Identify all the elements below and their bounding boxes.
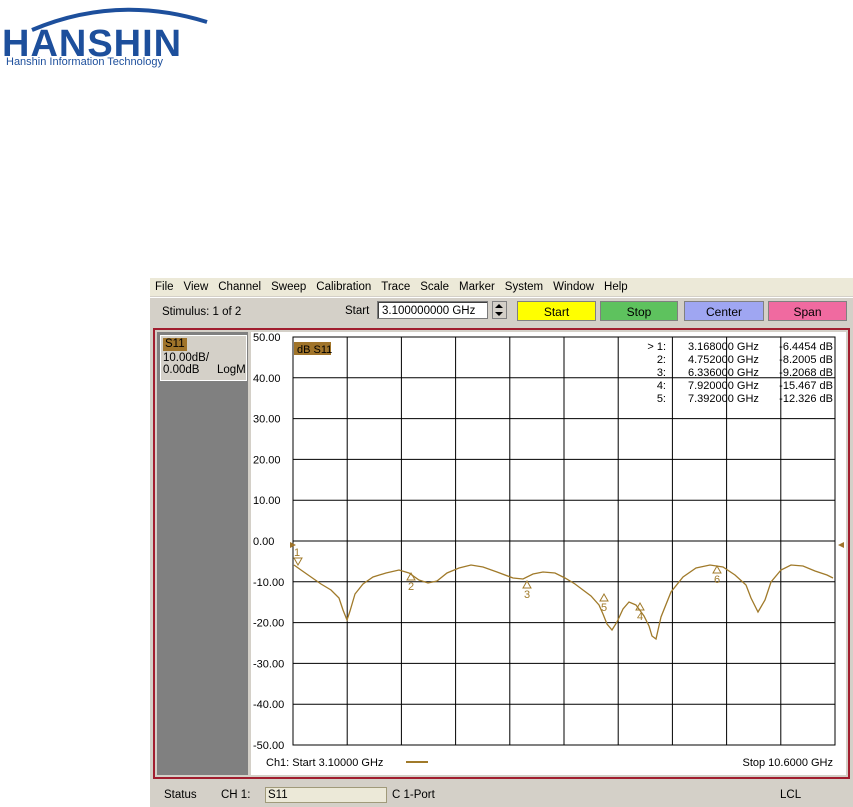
hanshin-logo: HANSHIN Hanshin Information Technology: [2, 2, 217, 72]
lcl-indicator: LCL: [780, 789, 802, 801]
trace-reference-value: 0.00dB: [163, 364, 200, 376]
trace-format-value: LogM: [217, 364, 246, 376]
reference-right-arrow-icon: [838, 542, 844, 548]
menu-system[interactable]: System: [500, 278, 548, 296]
y-tick-label: -20.00: [253, 618, 284, 630]
menu-window[interactable]: Window: [548, 278, 599, 296]
menu-bar: File View Channel Sweep Calibration Trac…: [150, 278, 853, 296]
s11-plot-area[interactable]: 50.00 40.00 30.00 20.00 10.00 0.00 -10.00 -20.0…: [251, 332, 846, 775]
parameter-field[interactable]: S11: [265, 787, 387, 803]
y-tick-label: 10.00: [253, 495, 281, 507]
trace-scale-value: 10.00dB/: [163, 352, 210, 364]
marker-id: 5:: [657, 393, 666, 405]
menu-calibration[interactable]: Calibration: [311, 278, 376, 296]
y-tick-label: -30.00: [253, 658, 284, 670]
status-label: Status: [164, 789, 197, 801]
marker-id: 3:: [657, 367, 666, 379]
stimulus-indicator: Stimulus: 1 of 2: [162, 306, 242, 318]
menu-trace[interactable]: Trace: [376, 278, 415, 296]
marker-number-label: 5: [601, 602, 607, 614]
menu-help[interactable]: Help: [599, 278, 633, 296]
marker-value: -8.2005 dB: [779, 354, 833, 366]
trace-name-badge: S11: [163, 338, 187, 351]
menu-view[interactable]: View: [179, 278, 214, 296]
trace-info-box[interactable]: S11 10.00dB/ 0.00dB LogM: [160, 335, 247, 381]
spin-down-icon[interactable]: [495, 312, 503, 316]
marker-id: > 1:: [647, 341, 666, 353]
marker-id: 2:: [657, 354, 666, 366]
marker-frequency: 6.336000 GHz: [688, 367, 759, 379]
marker-number-label: 1: [294, 547, 300, 559]
y-tick-label: -50.00: [253, 740, 284, 752]
footer-stop-frequency: Stop 10.6000 GHz: [742, 757, 833, 769]
y-tick-label: -10.00: [253, 577, 284, 589]
status-bar: Status CH 1: S11 C 1-Port LCL: [150, 784, 853, 807]
measurement-window: S11 10.00dB/ 0.00dB LogM 50.00 40.00 30.00…: [153, 328, 850, 779]
marker-number-label: 6: [714, 574, 720, 586]
marker-value: -15.467 dB: [779, 380, 833, 392]
marker-number-label: 3: [524, 589, 530, 601]
marker-value: -6.4454 dB: [779, 341, 833, 353]
start-button[interactable]: Start: [517, 301, 596, 321]
marker-frequency: 3.168000 GHz: [688, 341, 759, 353]
stimulus-toolbar: Stimulus: 1 of 2 Start 3.100000000 GHz S…: [150, 297, 853, 326]
marker-value: -12.326 dB: [779, 393, 833, 405]
start-frequency-spinner[interactable]: [492, 301, 507, 319]
trace-label: dB S11: [297, 344, 332, 356]
y-tick-label: 0.00: [253, 536, 274, 548]
marker-frequency: 7.392000 GHz: [688, 393, 759, 405]
marker-id: 4:: [657, 380, 666, 392]
logo-subtitle: Hanshin Information Technology: [6, 56, 163, 68]
s11-plot-svg: 50.00 40.00 30.00 20.00 10.00 0.00 -10.00 -20.0…: [253, 332, 844, 769]
y-tick-label: 30.00: [253, 414, 281, 426]
marker-frequency: 4.752000 GHz: [688, 354, 759, 366]
y-axis-tick-labels: 50.00 40.00 30.00 20.00 10.00 0.00 -10.00 -20.0…: [253, 332, 284, 752]
start-field-label: Start: [345, 305, 370, 317]
menu-channel[interactable]: Channel: [213, 278, 266, 296]
start-frequency-input[interactable]: 3.100000000 GHz: [377, 301, 488, 319]
menu-scale[interactable]: Scale: [415, 278, 454, 296]
y-tick-label: 50.00: [253, 332, 281, 344]
center-button[interactable]: Center: [684, 301, 764, 321]
menu-sweep[interactable]: Sweep: [266, 278, 311, 296]
span-button[interactable]: Span: [768, 301, 847, 321]
y-tick-label: -40.00: [253, 699, 284, 711]
footer-start-frequency: Ch1: Start 3.10000 GHz: [266, 757, 383, 769]
calibration-status: C 1-Port: [392, 789, 435, 801]
marker-value: -9.2068 dB: [779, 367, 833, 379]
trace-sidebar: S11 10.00dB/ 0.00dB LogM: [157, 332, 248, 775]
marker-number-label: 2: [408, 581, 414, 593]
y-tick-label: 40.00: [253, 373, 281, 385]
menu-marker[interactable]: Marker: [454, 278, 500, 296]
marker-frequency: 7.920000 GHz: [688, 380, 759, 392]
menu-file[interactable]: File: [150, 278, 179, 296]
marker-number-label: 4: [637, 611, 643, 623]
spin-up-icon[interactable]: [495, 304, 503, 308]
stop-button[interactable]: Stop: [600, 301, 678, 321]
y-tick-label: 20.00: [253, 454, 281, 466]
channel-label: CH 1:: [221, 789, 251, 801]
vna-application-window: File View Channel Sweep Calibration Trac…: [150, 278, 853, 807]
